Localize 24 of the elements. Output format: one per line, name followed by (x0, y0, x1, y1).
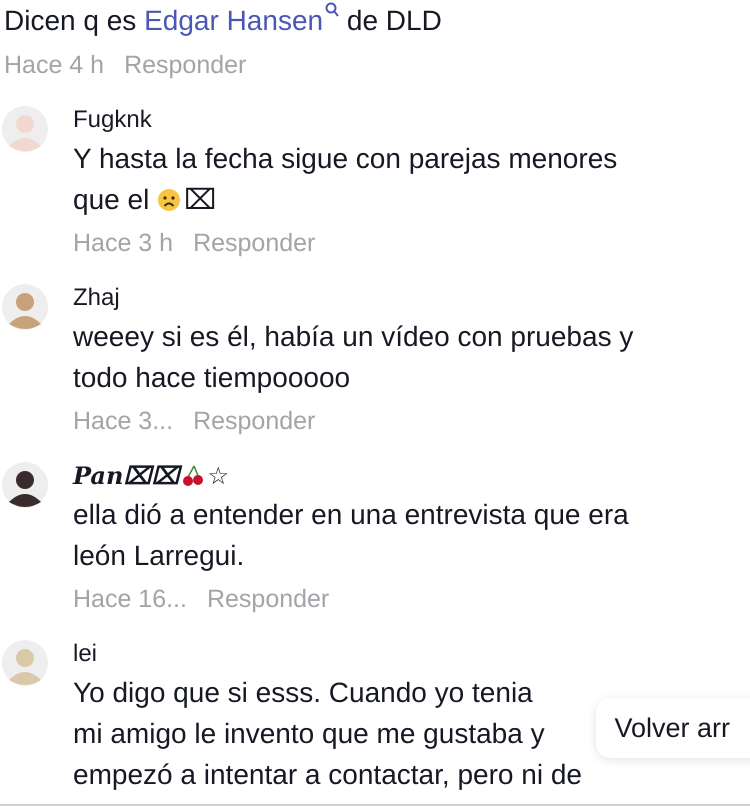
username[interactable]: Zhaj (73, 280, 120, 316)
comment-text: mi amigo le invento que me gustaba y (73, 717, 545, 751)
sad-face-icon (157, 188, 182, 212)
comment-text: que el ⌧ (73, 183, 216, 217)
avatar-icon[interactable] (2, 462, 48, 508)
username[interactable]: lei (73, 636, 98, 672)
username[interactable]: Fugknk (73, 102, 152, 138)
comment-text: Yo digo que si esss. Cuando yo tenia (73, 676, 533, 710)
cherry-icon (181, 464, 206, 488)
comment-text: ella dió a entender en una entrevista que era (73, 498, 629, 532)
comment-text: Dicen q es Edgar Hansen de DLD (4, 0, 746, 42)
comment-text: león Larregui. (73, 539, 244, 573)
comment-text: Y hasta la fecha sigue con parejas menores (73, 142, 618, 176)
comment-time: Hace 4 h (4, 50, 104, 81)
comment-text: todo hace tiempooooo (73, 361, 350, 395)
comment-text: empezó a intentar a contactar, pero ni de (73, 758, 582, 792)
comment-time: Hace 3 h (73, 228, 174, 259)
search-link[interactable]: Edgar Hansen (144, 5, 340, 36)
search-icon (325, 2, 340, 18)
comment-time: Hace 3... (73, 406, 174, 437)
comment-text: weeey si es él, había un vídeo con pruebas y (73, 320, 634, 354)
back-to-top-button[interactable]: Volver arr (596, 698, 750, 758)
star-symbol: ☆ (207, 461, 230, 492)
comment-time: Hace 16... (73, 584, 187, 615)
